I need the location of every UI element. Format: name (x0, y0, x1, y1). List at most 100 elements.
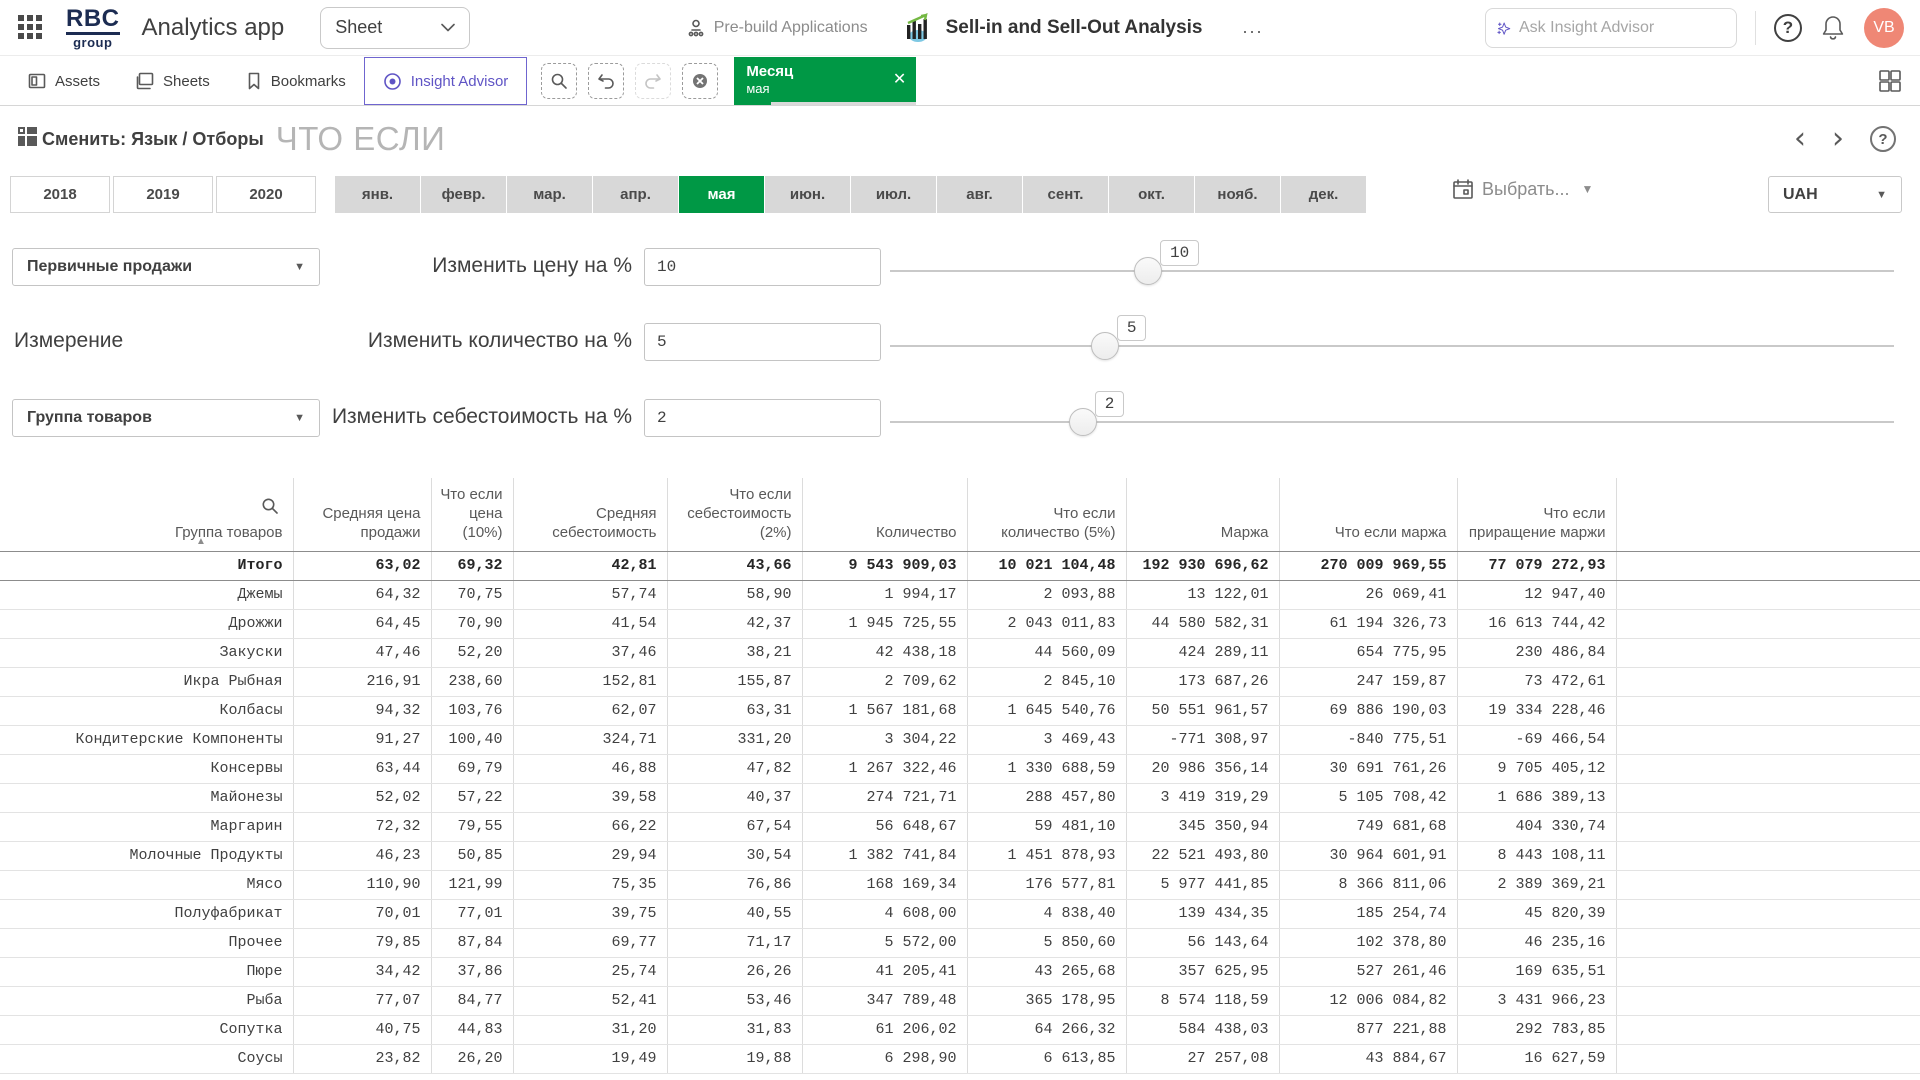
dimension-cell[interactable]: Полуфабрикат (0, 899, 293, 928)
dimension-cell[interactable]: Дрожжи (0, 609, 293, 638)
tab-sheets[interactable]: Sheets (118, 57, 228, 105)
sheet-help-icon[interactable]: ? (1870, 126, 1896, 152)
column-header[interactable]: Средняя цена продажи (293, 478, 431, 551)
year-button-2020[interactable]: 2020 (216, 176, 316, 213)
slider-handle[interactable] (1091, 332, 1119, 360)
month-button-11[interactable]: нояб. (1195, 176, 1280, 213)
year-button-2019[interactable]: 2019 (113, 176, 213, 213)
quantity-change-label: Изменить количество на % (330, 329, 632, 353)
measure-cell: 62,07 (513, 696, 667, 725)
dimension-cell[interactable]: Соусы (0, 1044, 293, 1073)
previous-sheet-icon[interactable]: ‹ (1794, 124, 1806, 154)
ask-insight-advisor-box[interactable] (1485, 8, 1737, 48)
month-button-2[interactable]: февр. (421, 176, 506, 213)
month-button-8[interactable]: авг. (937, 176, 1022, 213)
redo-selection-icon[interactable] (635, 63, 671, 99)
measure-cell: 26 069,41 (1279, 580, 1457, 609)
measure-cell: 3 304,22 (802, 725, 967, 754)
month-button-10[interactable]: окт. (1109, 176, 1194, 213)
dimension-cell[interactable]: Мясо (0, 870, 293, 899)
more-menu-button[interactable]: ... (1237, 17, 1270, 38)
measure-cell: 103,76 (431, 696, 513, 725)
rbc-group-logo[interactable]: RBC group (66, 7, 120, 49)
dimension-cell[interactable]: Консервы (0, 754, 293, 783)
month-button-12[interactable]: дек. (1281, 176, 1366, 213)
dimension-cell: Итого (0, 551, 293, 580)
column-header[interactable]: Что если приращение маржи (1457, 478, 1616, 551)
dimension-cell[interactable]: Прочее (0, 928, 293, 957)
sheet-selector-dropdown[interactable]: Sheet (320, 7, 470, 49)
slider-track[interactable] (890, 345, 1894, 347)
dimension-cell[interactable]: Колбасы (0, 696, 293, 725)
column-header[interactable]: Что если количество (5%) (967, 478, 1126, 551)
ask-insight-advisor-input[interactable] (1519, 19, 1726, 37)
empty-cell (1616, 1044, 1920, 1073)
dimension-dropdown[interactable]: Группа товаров ▼ (12, 399, 320, 437)
column-search-icon[interactable] (261, 497, 279, 521)
column-header[interactable]: Что если цена (10%) (431, 478, 513, 551)
quantity-control-row: Измерение Изменить количество на % 5 (0, 321, 1920, 365)
help-icon[interactable]: ? (1774, 14, 1802, 42)
column-header[interactable]: Группа товаров▲ (0, 478, 293, 551)
sheet-grid-icon[interactable] (1878, 69, 1902, 93)
chip-close-icon[interactable]: ✕ (893, 69, 906, 89)
month-button-1[interactable]: янв. (335, 176, 420, 213)
switch-language-link[interactable]: Сменить: Язык / Отборы (42, 129, 264, 150)
month-button-7[interactable]: июл. (851, 176, 936, 213)
dimension-cell[interactable]: Молочные Продукты (0, 841, 293, 870)
month-button-9[interactable]: сент. (1023, 176, 1108, 213)
tab-assets[interactable]: Assets (10, 57, 118, 105)
column-header[interactable]: Маржа (1126, 478, 1279, 551)
price-change-input[interactable] (644, 248, 881, 286)
next-sheet-icon[interactable]: › (1832, 124, 1844, 154)
clear-all-selections-icon[interactable] (682, 63, 718, 99)
dimension-cell[interactable]: Джемы (0, 580, 293, 609)
dimension-cell[interactable]: Маргарин (0, 812, 293, 841)
dimension-cell[interactable]: Закуски (0, 638, 293, 667)
dimension-cell[interactable]: Майонезы (0, 783, 293, 812)
measure-cell: 73 472,61 (1457, 667, 1616, 696)
slider-handle[interactable] (1069, 408, 1097, 436)
selection-chip-month[interactable]: Месяц мая ✕ (734, 57, 916, 105)
measure-cell: 102 378,80 (1279, 928, 1457, 957)
tab-insight-advisor[interactable]: Insight Advisor (364, 57, 528, 105)
measure-dropdown[interactable]: Первичные продажи ▼ (12, 248, 320, 286)
dimension-cell[interactable]: Икра Рыбная (0, 667, 293, 696)
date-picker-dropdown[interactable]: Выбрать... ▼ (1452, 178, 1593, 200)
slider-track[interactable] (890, 421, 1894, 423)
month-button-4[interactable]: апр. (593, 176, 678, 213)
measure-cell: 34,42 (293, 957, 431, 986)
prebuild-applications-link[interactable]: Pre-build Applications (686, 18, 868, 38)
measure-cell: 4 608,00 (802, 899, 967, 928)
currency-dropdown[interactable]: UAH ▼ (1768, 176, 1902, 213)
measure-cell: 61 194 326,73 (1279, 609, 1457, 638)
month-button-3[interactable]: мар. (507, 176, 592, 213)
dimension-cell[interactable]: Пюре (0, 957, 293, 986)
empty-cell (1616, 812, 1920, 841)
slider-track[interactable] (890, 270, 1894, 272)
undo-selection-icon[interactable] (588, 63, 624, 99)
tab-bookmarks[interactable]: Bookmarks (228, 57, 364, 105)
quantity-change-input[interactable] (644, 323, 881, 361)
month-button-5[interactable]: мая (679, 176, 764, 213)
dimension-cell[interactable]: Рыба (0, 986, 293, 1015)
month-filter: янв.февр.мар.апр.маяиюн.июл.авг.сент.окт… (335, 176, 1366, 213)
search-selections-icon[interactable] (541, 63, 577, 99)
month-button-6[interactable]: июн. (765, 176, 850, 213)
app-launcher-icon[interactable] (18, 15, 44, 41)
dimension-cell[interactable]: Сопутка (0, 1015, 293, 1044)
column-header[interactable]: Количество (802, 478, 967, 551)
avatar[interactable]: VB (1864, 8, 1904, 48)
chip-selection-bar (734, 102, 916, 105)
notifications-bell-icon[interactable] (1820, 14, 1846, 42)
measure-cell: 57,74 (513, 580, 667, 609)
cost-change-input[interactable] (644, 399, 881, 437)
column-header[interactable]: Что если себестоимость (2%) (667, 478, 802, 551)
column-header[interactable]: Средняя себестоимость (513, 478, 667, 551)
measure-cell: -840 775,51 (1279, 725, 1457, 754)
year-button-2018[interactable]: 2018 (10, 176, 110, 213)
column-header[interactable]: Что если маржа (1279, 478, 1457, 551)
dimension-cell[interactable]: Кондитерские Компоненты (0, 725, 293, 754)
slider-handle[interactable] (1134, 257, 1162, 285)
measure-cell: 230 486,84 (1457, 638, 1616, 667)
